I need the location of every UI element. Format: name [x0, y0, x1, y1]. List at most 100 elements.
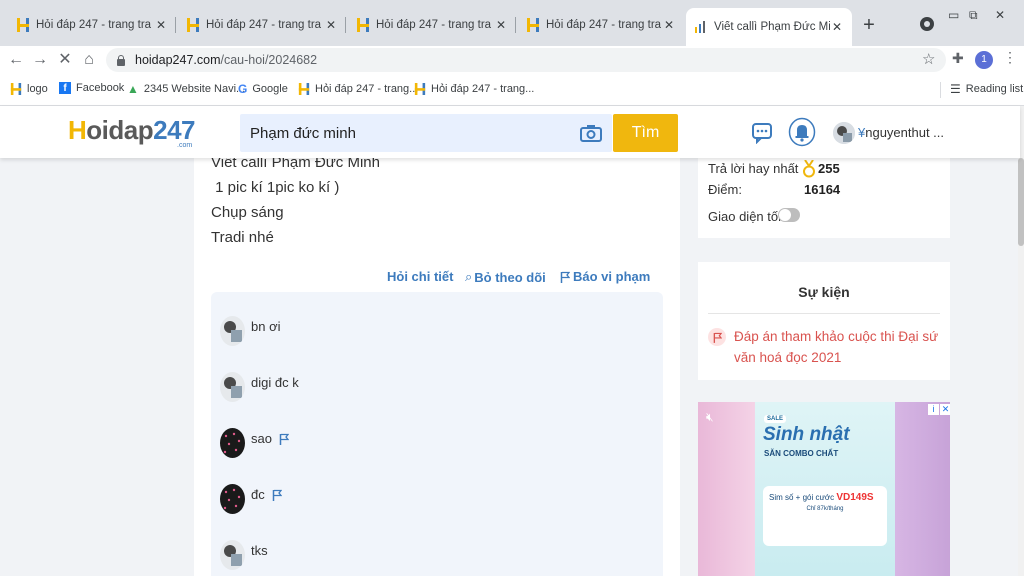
tab-title: Hỏi đáp 247 - trang tra loi — [206, 19, 324, 31]
comment-item: sao — [220, 428, 289, 458]
user-avatar[interactable] — [833, 122, 855, 144]
dark-mode-toggle[interactable] — [778, 208, 800, 222]
bell-icon[interactable] — [788, 117, 816, 147]
search-input[interactable]: Phạm đức minh — [240, 114, 612, 152]
comments-list: bn ơi digi đc k sao đc tks — [211, 292, 663, 576]
browser-tab[interactable]: Hỏi đáp 247 - trang tra loi ✕ — [8, 9, 176, 41]
camera-search-icon[interactable] — [578, 114, 604, 152]
close-icon[interactable]: ✕ — [830, 20, 844, 34]
hoidap-h-icon — [17, 18, 29, 32]
camera-icon — [580, 125, 602, 142]
close-icon[interactable]: ✕ — [662, 18, 676, 32]
more-menu-icon[interactable]: ⋮ — [1003, 49, 1017, 66]
commenter-avatar[interactable] — [220, 484, 245, 514]
report-flag-icon[interactable] — [279, 433, 289, 445]
bookmark-item[interactable]: G Google — [238, 82, 288, 96]
advertisement-banner[interactable]: 🔇︎ i ✕ SALE Sinh nhật SĂN COMBO CHẤT Sim… — [698, 402, 950, 576]
bookmark-star-icon[interactable]: ☆ — [922, 50, 935, 68]
stop-loading-icon[interactable]: ✕ — [55, 50, 75, 70]
browser-toolbar: ← → ✕ ⌂ hoidap247.com/cau-hoi/2024682 ☆ … — [0, 46, 1024, 74]
logo-subtext: .com — [177, 142, 193, 149]
reading-list-label: Reading list — [965, 83, 1024, 95]
browser-tab-strip: Hỏi đáp 247 - trang tra loi ✕ Hỏi đáp 24… — [0, 0, 1024, 46]
comment-text: sao — [251, 431, 272, 446]
event-flag-icon — [708, 328, 726, 346]
unfollow-link[interactable]: ⌕ Bỏ theo dõi — [465, 269, 546, 285]
report-label: Báo vi phạm — [573, 269, 651, 284]
dark-dotted-avatar-icon — [220, 484, 245, 514]
comment-text: bn ơi — [251, 319, 281, 334]
question-text-line: 1 pic kí 1pic ko kí ) — [211, 179, 340, 196]
restore-button[interactable]: ⧉ — [969, 8, 978, 23]
commenter-avatar[interactable] — [220, 316, 245, 346]
browser-tab-active[interactable]: Viết callì Phạm Đức Minh 1 pic ✕ — [686, 8, 852, 46]
profile-menu-icon[interactable] — [920, 17, 934, 31]
best-answers-label: Trả lời hay nhất — [708, 161, 799, 176]
ad-offer-price: Chỉ 87k/tháng — [806, 506, 844, 512]
events-title: Sự kiện — [798, 284, 850, 300]
page-scrollbar[interactable] — [1018, 106, 1024, 576]
best-answers-value: 255 — [818, 161, 840, 176]
commenter-avatar[interactable] — [220, 372, 245, 402]
logo-oidap: oidap — [86, 115, 154, 145]
bookmark-item[interactable]: logo — [10, 82, 48, 96]
bookmark-label: Facebook — [76, 82, 125, 94]
close-icon[interactable]: ✕ — [154, 18, 168, 32]
ad-close-icon[interactable]: ✕ — [940, 404, 950, 415]
ad-info-icon[interactable]: i — [928, 404, 939, 415]
chrome-profile-avatar[interactable]: 1 — [975, 51, 993, 69]
user-photo-icon — [220, 540, 245, 570]
events-card: Sự kiện Đáp án tham khảo cuộc thi Đại sứ… — [698, 262, 950, 380]
report-flag-icon[interactable] — [272, 489, 282, 501]
search-button[interactable]: Tìm — [613, 114, 678, 152]
site-header: Hoidap247 .com Phạm đức minh Tìm ¥nguyen… — [0, 106, 1020, 158]
user-photo-icon — [220, 372, 245, 402]
bookmark-item[interactable]: Hỏi đáp 247 - trang... — [298, 82, 418, 96]
mute-icon[interactable]: 🔇︎ — [706, 410, 714, 425]
chat-icon[interactable] — [751, 122, 773, 144]
close-icon[interactable]: ✕ — [324, 18, 338, 32]
hoidap-h-icon — [527, 18, 539, 32]
close-icon[interactable]: ✕ — [494, 18, 508, 32]
minimize-button[interactable]: ▭ — [948, 8, 959, 22]
commenter-avatar[interactable] — [220, 540, 245, 570]
reading-list-button[interactable]: ☰ Reading list — [950, 82, 1023, 96]
close-window-button[interactable]: ✕ — [995, 8, 1005, 22]
extensions-puzzle-icon[interactable]: ✚ — [952, 50, 964, 67]
ad-choices[interactable]: i ✕ — [927, 404, 950, 415]
ask-detail-link[interactable]: Hỏi chi tiết — [387, 269, 453, 284]
report-link[interactable]: Báo vi phạm — [560, 269, 650, 284]
back-arrow-icon[interactable]: ← — [6, 50, 26, 70]
browser-tab[interactable]: Hỏi đáp 247 - trang tra loi ✕ — [518, 9, 684, 41]
unfollow-label: Bỏ theo dõi — [474, 269, 546, 285]
ad-offer-code: VD149S — [836, 492, 874, 503]
event-link[interactable]: Đáp án tham khảo cuộc thi Đại sứ văn hoá… — [734, 326, 939, 368]
site-logo[interactable]: Hoidap247 — [68, 115, 196, 146]
tab-title: Hỏi đáp 247 - trang tra loi — [376, 19, 494, 31]
search-value: Phạm đức minh — [250, 124, 356, 142]
bookmark-item[interactable]: f Facebook — [59, 82, 124, 94]
commenter-avatar[interactable] — [220, 428, 245, 458]
hoidap-h-icon — [298, 83, 310, 95]
address-bar[interactable]: hoidap247.com/cau-hoi/2024682 — [106, 48, 946, 72]
bookmark-label: logo — [27, 83, 48, 95]
bookmark-item[interactable]: ▲ 2345 Website Navi... — [127, 82, 245, 96]
ad-offer-line: Sim số + gói cước VD149S — [769, 492, 874, 503]
bookmark-item[interactable]: Hỏi đáp 247 - trang... — [414, 82, 534, 96]
browser-tab[interactable]: Hỏi đáp 247 - trang tra loi ✕ — [178, 9, 346, 41]
user-menu[interactable]: ¥nguyenthut ... — [858, 125, 944, 140]
url-host: hoidap247.com — [135, 53, 221, 67]
question-text-line: Chụp sáng — [211, 204, 284, 221]
comment-item: đc — [220, 484, 282, 514]
user-photo-icon — [833, 122, 855, 144]
bookmark-label: Hỏi đáp 247 - trang... — [431, 83, 535, 95]
forward-arrow-icon[interactable]: → — [30, 50, 50, 70]
bookmarks-bar: logo f Facebook ▲ 2345 Website Navi... G… — [0, 74, 1024, 106]
ad-subtitle: SĂN COMBO CHẤT — [764, 449, 839, 458]
home-icon[interactable]: ⌂ — [79, 50, 99, 70]
browser-tab[interactable]: Hỏi đáp 247 - trang tra loi ✕ — [348, 9, 516, 41]
scrollbar-thumb[interactable] — [1018, 158, 1024, 246]
comment-item: bn ơi — [220, 316, 281, 346]
new-tab-button[interactable]: + — [857, 14, 881, 38]
google-icon: G — [238, 82, 248, 96]
